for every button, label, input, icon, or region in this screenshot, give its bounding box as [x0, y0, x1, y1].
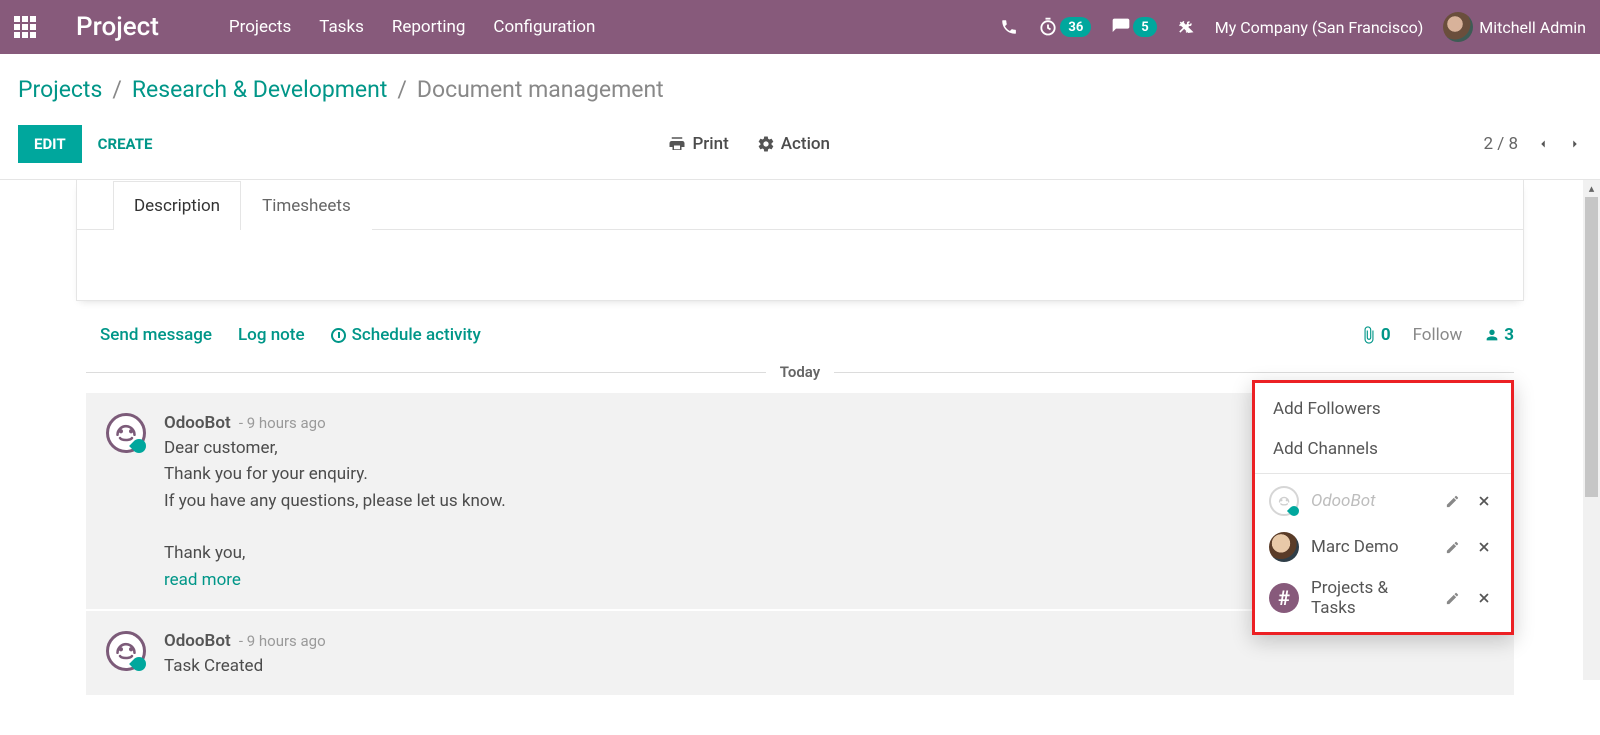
clock-icon	[331, 328, 346, 343]
mid-actions: Print Action	[668, 134, 830, 154]
odoobot-avatar-icon	[106, 413, 146, 453]
channel-avatar-icon: #	[1269, 583, 1299, 613]
edit-follower-icon[interactable]	[1445, 540, 1465, 555]
app-header: Project Projects Tasks Reporting Configu…	[0, 0, 1600, 54]
action-label: Action	[781, 134, 830, 154]
person-avatar-icon	[1269, 532, 1299, 562]
gear-icon	[757, 135, 775, 153]
create-button[interactable]: CREATE	[82, 125, 169, 163]
remove-follower-icon[interactable]	[1477, 540, 1497, 554]
breadcrumb-projects[interactable]: Projects	[18, 76, 102, 103]
breadcrumb-current: Document management	[417, 76, 664, 103]
app-title: Project	[76, 12, 159, 42]
follower-name[interactable]: Projects & Tasks	[1311, 578, 1433, 618]
header-right: 36 5 My Company (San Francisco) Mitchell…	[1000, 12, 1586, 42]
chat-badge: 5	[1133, 17, 1156, 37]
chatter-toolbar: Send message Log note Schedule activity …	[0, 301, 1600, 363]
subheader: Projects / Research & Development / Docu…	[0, 54, 1600, 163]
schedule-activity-button[interactable]: Schedule activity	[331, 325, 481, 345]
chatter-right: 0 Follow 3	[1360, 325, 1514, 345]
nav-configuration[interactable]: Configuration	[493, 17, 595, 37]
followers-button[interactable]: 3	[1484, 325, 1514, 345]
edit-follower-icon[interactable]	[1445, 591, 1465, 606]
scrollbar[interactable]: ▴	[1583, 180, 1600, 680]
content-area: ▴ Description Timesheets Send message Lo…	[0, 180, 1600, 735]
followers-popover: Add Followers Add Channels OdooBot Marc …	[1252, 380, 1514, 635]
edit-follower-icon[interactable]	[1445, 494, 1465, 509]
followers-count-value: 3	[1504, 325, 1514, 345]
phone-icon[interactable]	[1000, 18, 1018, 36]
odoobot-avatar-icon	[106, 631, 146, 671]
chat-icon[interactable]: 5	[1111, 17, 1156, 37]
follower-row: OdooBot	[1255, 478, 1511, 524]
remove-follower-icon[interactable]	[1477, 494, 1497, 508]
message-time: - 9 hours ago	[239, 414, 326, 432]
odoobot-avatar-icon	[1269, 486, 1299, 516]
attachments-count: 0	[1381, 325, 1391, 345]
breadcrumb-rnd[interactable]: Research & Development	[132, 76, 388, 103]
add-channels-option[interactable]: Add Channels	[1255, 429, 1511, 469]
company-switcher[interactable]: My Company (San Francisco)	[1215, 18, 1424, 37]
scroll-thumb[interactable]	[1585, 197, 1598, 497]
main-nav: Projects Tasks Reporting Configuration	[229, 17, 595, 37]
nav-reporting[interactable]: Reporting	[392, 17, 466, 37]
follower-name[interactable]: Marc Demo	[1311, 537, 1433, 557]
read-more-link[interactable]: read more	[164, 570, 241, 590]
print-icon	[668, 135, 686, 153]
schedule-label: Schedule activity	[352, 325, 481, 345]
follower-row: # Projects & Tasks	[1255, 570, 1511, 626]
today-label: Today	[780, 363, 820, 381]
follower-row: Marc Demo	[1255, 524, 1511, 570]
person-icon	[1484, 327, 1500, 343]
follower-name[interactable]: OdooBot	[1311, 491, 1433, 511]
action-button[interactable]: Action	[757, 134, 830, 154]
tabs: Description Timesheets	[77, 180, 1523, 230]
scroll-up-icon[interactable]: ▴	[1583, 180, 1600, 197]
add-followers-option[interactable]: Add Followers	[1255, 389, 1511, 429]
log-note-button[interactable]: Log note	[238, 325, 305, 345]
edit-button[interactable]: EDIT	[18, 125, 82, 163]
nav-projects[interactable]: Projects	[229, 17, 291, 37]
timer-icon[interactable]: 36	[1038, 17, 1091, 37]
follow-button[interactable]: Follow	[1413, 325, 1463, 345]
apps-grid-icon[interactable]	[14, 16, 36, 38]
pager: 2 / 8	[1483, 134, 1582, 154]
divider	[1255, 473, 1511, 474]
tab-body	[77, 230, 1523, 300]
send-message-button[interactable]: Send message	[100, 325, 212, 345]
timer-badge: 36	[1060, 17, 1091, 37]
tab-timesheets[interactable]: Timesheets	[241, 181, 372, 230]
message-author: OdooBot	[164, 631, 231, 651]
attachments-button[interactable]: 0	[1360, 325, 1391, 345]
print-button[interactable]: Print	[668, 134, 728, 154]
pager-next-icon[interactable]	[1568, 137, 1582, 151]
control-bar: EDIT CREATE Print Action 2 / 8	[18, 125, 1582, 163]
remove-follower-icon[interactable]	[1477, 591, 1497, 605]
tab-description[interactable]: Description	[113, 181, 241, 230]
pager-prev-icon[interactable]	[1536, 137, 1550, 151]
nav-tasks[interactable]: Tasks	[319, 17, 364, 37]
message-time: - 9 hours ago	[239, 632, 326, 650]
pager-text: 2 / 8	[1483, 134, 1518, 154]
tools-icon[interactable]	[1177, 18, 1195, 36]
user-name: Mitchell Admin	[1479, 18, 1586, 37]
form-sheet: Description Timesheets	[76, 180, 1524, 301]
print-label: Print	[692, 134, 728, 154]
message-text: Task Created	[164, 653, 1496, 679]
paperclip-icon	[1360, 326, 1378, 344]
breadcrumb-sep: /	[397, 76, 407, 103]
user-menu[interactable]: Mitchell Admin	[1443, 12, 1586, 42]
today-divider: Today	[86, 363, 1514, 381]
message-author: OdooBot	[164, 413, 231, 433]
user-avatar-icon	[1443, 12, 1473, 42]
breadcrumb-sep: /	[112, 76, 122, 103]
breadcrumb: Projects / Research & Development / Docu…	[18, 76, 1582, 103]
